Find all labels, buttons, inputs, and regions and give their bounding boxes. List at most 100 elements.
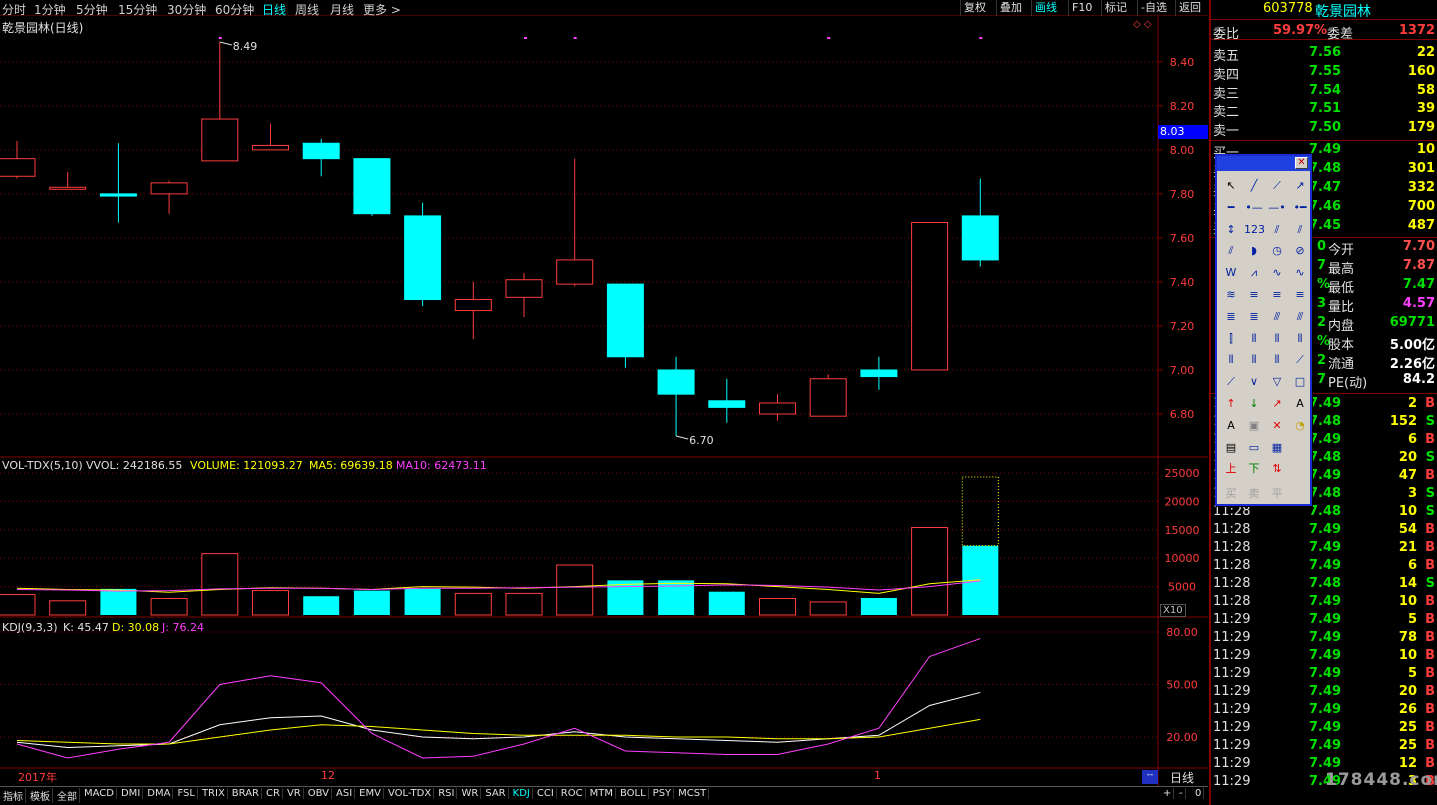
draw-tool-8-1[interactable]: ⦀ — [1244, 350, 1264, 370]
draw-tool-4-0[interactable]: W — [1221, 263, 1241, 283]
toolbar-button-4[interactable]: 标记 — [1101, 0, 1130, 16]
indicator-tab-1[interactable]: 模板 — [28, 788, 53, 803]
event-marker[interactable] — [218, 37, 222, 39]
draw-tool-11-0[interactable]: A — [1221, 416, 1241, 436]
draw-tool-3-1[interactable]: ◗ — [1244, 241, 1264, 261]
draw-tool-8-2[interactable]: ⦀ — [1267, 350, 1287, 370]
indicator-tab-9[interactable]: CR — [264, 788, 283, 799]
toolbox-trade-1[interactable]: 卖 — [1244, 484, 1264, 504]
draw-tool-5-0[interactable]: ≋ — [1221, 285, 1241, 305]
draw-tool-12-2[interactable]: ▦ — [1267, 438, 1287, 458]
indicator-tab-23[interactable]: PSY — [651, 788, 675, 799]
draw-tool-0-0[interactable]: ↖ — [1221, 176, 1241, 196]
draw-tool-8-0[interactable]: ⦀ — [1221, 350, 1241, 370]
draw-tool-0-1[interactable]: ╱ — [1244, 176, 1264, 196]
indicator-tab-12[interactable]: ASI — [334, 788, 356, 799]
draw-tool-1-3[interactable]: •━ — [1290, 198, 1310, 218]
draw-tool-2-3[interactable]: ⫽ — [1290, 220, 1310, 240]
event-marker[interactable] — [979, 37, 983, 39]
indicator-tab-11[interactable]: OBV — [306, 788, 332, 799]
draw-tool-3-2[interactable]: ◷ — [1267, 241, 1287, 261]
draw-tool-9-3[interactable]: □ — [1290, 372, 1310, 392]
draw-tool-6-1[interactable]: ≣ — [1244, 307, 1264, 327]
event-marker[interactable] — [827, 37, 831, 39]
event-marker[interactable] — [573, 37, 577, 39]
draw-tool-5-1[interactable]: ≡ — [1244, 285, 1264, 305]
draw-tool-10-1[interactable]: ↓ — [1244, 394, 1264, 414]
toolbar-button-1[interactable]: 叠加 — [996, 0, 1025, 16]
drawing-toolbox[interactable]: ✕ ↖ ╱ ⟋ ↗ ━ •— —• •━ ↕ 123 ⫽ ⫽ ⫽ ◗ ◷ ⊘ W ⩘ ∿ ∿ ≋ ≡ ≡ ≡ ≣ ≣ ⫻ ⫻ ⫿ ⦀ ⦀ ⦀ ⦀… — [1215, 154, 1312, 506]
indicator-tab-5[interactable]: DMA — [145, 788, 174, 799]
draw-tool-13-2[interactable]: ⇅ — [1267, 459, 1287, 479]
draw-tool-9-0[interactable]: ⟋ — [1221, 372, 1241, 392]
indicator-tab-2[interactable]: 全部 — [55, 788, 80, 803]
toolbar-button-3[interactable]: F10 — [1068, 0, 1095, 16]
draw-tool-9-1[interactable]: ∨ — [1244, 372, 1264, 392]
indicator-tab-0[interactable]: 指标 — [1, 788, 26, 803]
draw-tool-5-3[interactable]: ≡ — [1290, 285, 1310, 305]
indicator-tab-24[interactable]: MCST — [676, 788, 710, 799]
draw-tool-10-2[interactable]: ↗ — [1267, 394, 1287, 414]
draw-tool-0-3[interactable]: ↗ — [1290, 176, 1310, 196]
draw-tool-10-0[interactable]: ↑ — [1221, 394, 1241, 414]
draw-tool-11-3[interactable]: ◔ — [1290, 416, 1310, 436]
draw-tool-13-0[interactable]: 上 — [1221, 459, 1241, 479]
draw-tool-12-0[interactable]: ▤ — [1221, 438, 1241, 458]
indicator-tab-16[interactable]: WR — [459, 788, 482, 799]
draw-tool-7-2[interactable]: ⦀ — [1267, 329, 1287, 349]
draw-tool-3-0[interactable]: ⫽ — [1221, 241, 1241, 261]
draw-tool-4-3[interactable]: ∿ — [1290, 263, 1310, 283]
draw-tool-4-1[interactable]: ⩘ — [1244, 263, 1264, 283]
draw-tool-9-2[interactable]: ▽ — [1267, 372, 1287, 392]
draw-tool-6-2[interactable]: ⫻ — [1267, 307, 1287, 327]
draw-tool-3-3[interactable]: ⊘ — [1290, 241, 1310, 261]
toolbar-button-5[interactable]: -自选 — [1137, 0, 1170, 16]
indicator-tab-7[interactable]: TRIX — [200, 788, 228, 799]
event-marker[interactable] — [524, 37, 527, 39]
draw-tool-4-2[interactable]: ∿ — [1267, 263, 1287, 283]
draw-tool-11-2[interactable]: ✕ — [1267, 416, 1287, 436]
draw-tool-1-0[interactable]: ━ — [1221, 198, 1241, 218]
toolbar-button-6[interactable]: 返回 — [1175, 0, 1204, 16]
indicator-tab-21[interactable]: MTM — [588, 788, 616, 799]
draw-tool-13-1[interactable]: 下 — [1244, 459, 1264, 479]
zoom-control-0[interactable]: + — [1161, 788, 1175, 799]
toolbox-close-button[interactable]: ✕ — [1295, 157, 1308, 169]
indicator-tab-3[interactable]: MACD — [82, 788, 117, 799]
toolbar-button-2[interactable]: 画线 — [1031, 0, 1060, 16]
indicator-tab-8[interactable]: BRAR — [230, 788, 262, 799]
draw-tool-6-0[interactable]: ≣ — [1221, 307, 1241, 327]
draw-tool-2-1[interactable]: 123 — [1244, 220, 1265, 240]
indicator-tab-6[interactable]: FSL — [175, 788, 198, 799]
draw-tool-2-0[interactable]: ↕ — [1221, 220, 1241, 240]
draw-tool-6-3[interactable]: ⫻ — [1290, 307, 1310, 327]
diamond-marker-icon[interactable]: ◇ ◇ — [1133, 19, 1152, 30]
draw-tool-2-2[interactable]: ⫽ — [1267, 220, 1287, 240]
volume-indicator-label[interactable]: VOL-TDX(5,10) — [2, 459, 83, 472]
indicator-tab-4[interactable]: DMI — [119, 788, 144, 799]
toolbox-trade-2[interactable]: 平 — [1267, 484, 1287, 504]
zoom-control-2[interactable]: 0 — [1193, 788, 1205, 799]
draw-tool-7-1[interactable]: ⦀ — [1244, 329, 1264, 349]
draw-tool-5-2[interactable]: ≡ — [1267, 285, 1287, 305]
draw-tool-0-2[interactable]: ⟋ — [1267, 176, 1287, 196]
draw-tool-11-1[interactable]: ▣ — [1244, 416, 1264, 436]
indicator-tab-13[interactable]: EMV — [357, 788, 384, 799]
zoom-control-1[interactable]: - — [1177, 788, 1186, 799]
draw-tool-1-1[interactable]: •— — [1244, 198, 1264, 218]
toolbar-button-0[interactable]: 复权 — [960, 0, 989, 16]
indicator-tab-19[interactable]: CCI — [535, 788, 557, 799]
indicator-tab-20[interactable]: ROC — [559, 788, 586, 799]
toolbox-trade-0[interactable]: 买 — [1221, 484, 1241, 504]
draw-tool-1-2[interactable]: —• — [1267, 198, 1287, 218]
kdj-indicator-label[interactable]: KDJ(9,3,3) — [2, 621, 58, 634]
draw-tool-8-3[interactable]: ⟋ — [1290, 350, 1310, 370]
indicator-tab-14[interactable]: VOL-TDX — [386, 788, 435, 799]
scroll-end-button[interactable]: -- — [1142, 770, 1158, 784]
draw-tool-7-3[interactable]: ⦀ — [1290, 329, 1310, 349]
draw-tool-7-0[interactable]: ⫿ — [1221, 329, 1241, 349]
draw-tool-10-3[interactable]: A — [1290, 394, 1310, 414]
draw-tool-12-1[interactable]: ▭ — [1244, 438, 1264, 458]
indicator-tab-15[interactable]: RSI — [436, 788, 458, 799]
indicator-tab-18[interactable]: KDJ — [511, 788, 533, 799]
